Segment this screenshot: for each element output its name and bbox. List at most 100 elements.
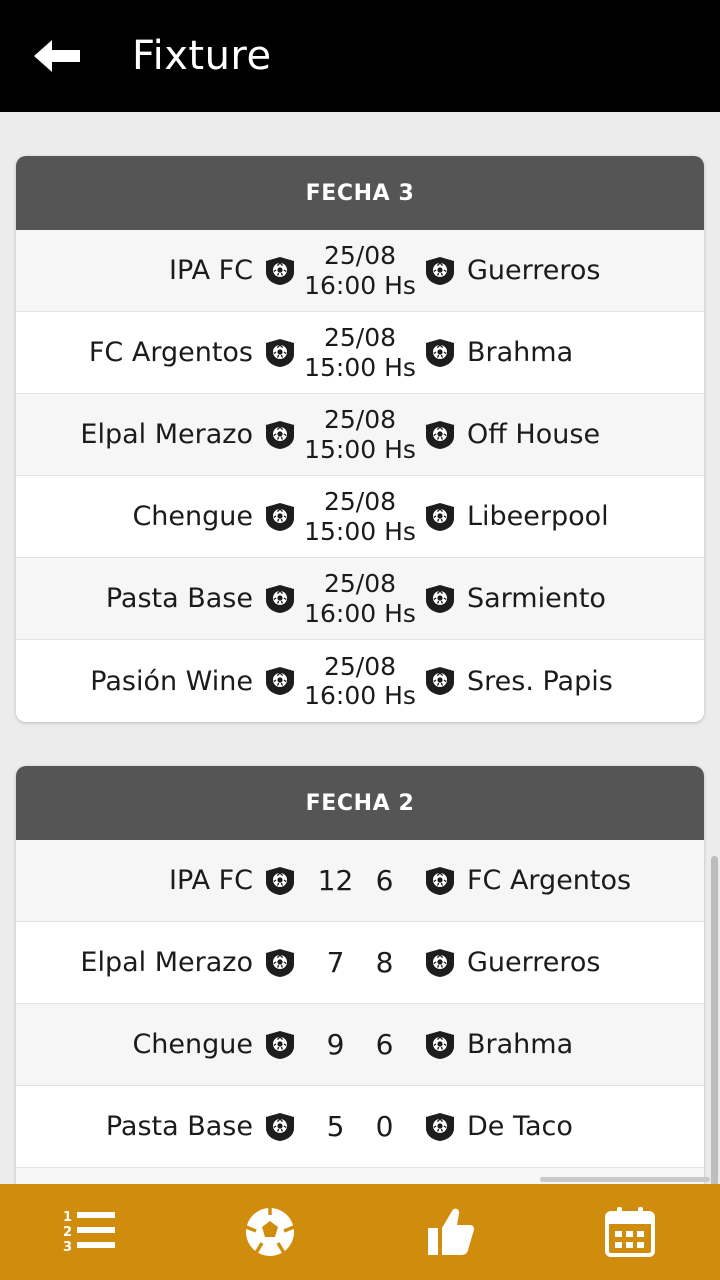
home-team-crest-icon (263, 584, 297, 614)
home-team-crest-icon (263, 338, 297, 368)
table-row[interactable]: Pasión Wine 25/08 16:00 Hs Sres. Papis (16, 640, 704, 722)
tab-standings[interactable]: 1 2 3 (0, 1184, 180, 1280)
away-team-crest-icon (423, 420, 457, 450)
match-time: 15:00 Hs (304, 516, 416, 546)
away-team-name: Off House (467, 419, 601, 450)
table-row[interactable]: IPA FC 12 6 FC Argentos (16, 840, 704, 922)
home-team-name: Pasta Base (105, 1111, 253, 1142)
away-team-crest-icon (423, 1030, 457, 1060)
away-score: 6 (375, 864, 394, 897)
home-team-crest-icon (263, 866, 297, 896)
away-team-name: Guerreros (467, 255, 601, 286)
calendar-icon (605, 1207, 655, 1257)
match-datetime: 25/08 15:00 Hs (297, 487, 423, 546)
away-team-name: Guerreros (467, 947, 601, 978)
match-time: 16:00 Hs (304, 270, 416, 300)
away-score: 6 (375, 1028, 394, 1061)
away-team-crest-icon (423, 502, 457, 532)
home-team-name: Elpal Merazo (80, 419, 253, 450)
tab-fixture[interactable] (540, 1184, 720, 1280)
match-score: 9 6 (297, 1028, 423, 1061)
svg-text:1: 1 (63, 1210, 72, 1225)
match-date: 25/08 (323, 651, 397, 681)
home-team-name: Chengue (132, 1029, 253, 1060)
match-datetime: 25/08 16:00 Hs (297, 241, 423, 300)
fixture-section-card: FECHA 3 IPA FC 25/08 16:00 Hs Guerreros … (16, 156, 704, 722)
away-team-crest-icon (423, 948, 457, 978)
away-team-crest-icon (423, 256, 457, 286)
fixture-scroll-area[interactable]: FECHA 3 IPA FC 25/08 16:00 Hs Guerreros … (0, 112, 720, 1184)
away-score: 0 (375, 1110, 394, 1143)
match-time: 16:00 Hs (304, 681, 416, 710)
table-row[interactable]: Pasta Base 5 0 De Taco (16, 1086, 704, 1168)
match-date: 25/08 (323, 405, 397, 434)
match-score: 7 8 (297, 946, 423, 979)
section-header: FECHA 3 (16, 156, 704, 230)
soccer-ball-icon (245, 1207, 295, 1257)
tab-matches[interactable] (180, 1184, 360, 1280)
home-team-crest-icon (263, 420, 297, 450)
back-button[interactable] (28, 28, 84, 84)
away-team-name: Brahma (467, 1029, 574, 1060)
away-team-crest-icon (423, 866, 457, 896)
table-row[interactable]: Elpal Merazo 7 8 Guerreros (16, 922, 704, 1004)
match-score: 5 0 (297, 1110, 423, 1143)
match-score: 12 6 (297, 864, 423, 897)
away-team-crest-icon (423, 338, 457, 368)
thumbs-up-icon (424, 1207, 476, 1257)
home-team-name: Pasta Base (105, 583, 253, 614)
home-team-name: IPA FC (169, 865, 253, 896)
away-team-name: Sres. Papis (467, 665, 613, 697)
away-team-name: Sarmiento (467, 583, 606, 614)
home-team-name: Pasión Wine (90, 665, 253, 697)
match-date: 25/08 (323, 323, 397, 352)
home-team-name: Chengue (132, 501, 253, 532)
match-date: 25/08 (323, 241, 397, 270)
away-team-name: Brahma (467, 337, 574, 368)
home-team-name: IPA FC (169, 255, 253, 286)
table-row[interactable]: Chengue 25/08 15:00 Hs Libeerpool (16, 476, 704, 558)
bottom-navigation-bar: 1 2 3 (0, 1184, 720, 1280)
home-team-crest-icon (263, 1030, 297, 1060)
section-header: FECHA 2 (16, 766, 704, 840)
match-date: 25/08 (323, 569, 397, 598)
home-team-crest-icon (263, 666, 297, 696)
vertical-scrollbar[interactable] (711, 856, 718, 1184)
table-row[interactable]: Chengue 9 6 Brahma (16, 1004, 704, 1086)
table-row[interactable]: Elpal Merazo 25/08 15:00 Hs Off House (16, 394, 704, 476)
away-team-crest-icon (423, 1112, 457, 1142)
app-bar: Fixture (0, 0, 720, 112)
match-time: 15:00 Hs (304, 434, 416, 464)
match-time: 15:00 Hs (304, 352, 416, 382)
svg-text:2: 2 (63, 1225, 72, 1240)
home-score: 9 (326, 1028, 345, 1061)
home-team-crest-icon (263, 1112, 297, 1142)
away-team-crest-icon (423, 666, 457, 696)
away-team-name: De Taco (467, 1111, 573, 1142)
match-datetime: 25/08 15:00 Hs (297, 405, 423, 464)
home-team-name: FC Argentos (88, 337, 253, 368)
table-row[interactable]: Pasta Base 25/08 16:00 Hs Sarmiento (16, 558, 704, 640)
match-date: 25/08 (323, 487, 397, 516)
away-team-name: FC Argentos (467, 865, 632, 896)
match-datetime: 25/08 15:00 Hs (297, 323, 423, 382)
svg-text:3: 3 (63, 1240, 72, 1255)
match-datetime: 25/08 16:00 Hs (297, 569, 423, 628)
home-score: 5 (326, 1110, 345, 1143)
away-score: 8 (375, 946, 394, 979)
arrow-left-icon (30, 36, 82, 76)
home-score: 7 (326, 946, 345, 979)
home-team-crest-icon (263, 256, 297, 286)
away-team-crest-icon (423, 584, 457, 614)
page-title: Fixture (132, 33, 272, 79)
home-team-name: Elpal Merazo (80, 947, 253, 978)
horizontal-scroll-indicator[interactable] (540, 1177, 710, 1182)
numbered-list-icon: 1 2 3 (63, 1208, 117, 1256)
home-score: 12 (317, 864, 354, 897)
table-row[interactable]: FC Argentos 25/08 15:00 Hs Brahma (16, 312, 704, 394)
tab-likes[interactable] (360, 1184, 540, 1280)
table-row[interactable]: IPA FC 25/08 16:00 Hs Guerreros (16, 230, 704, 312)
home-team-crest-icon (263, 948, 297, 978)
fixture-section-card: FECHA 2 IPA FC 12 6 FC Argentos Elpal Me… (16, 766, 704, 1184)
away-team-name: Libeerpool (467, 501, 609, 532)
